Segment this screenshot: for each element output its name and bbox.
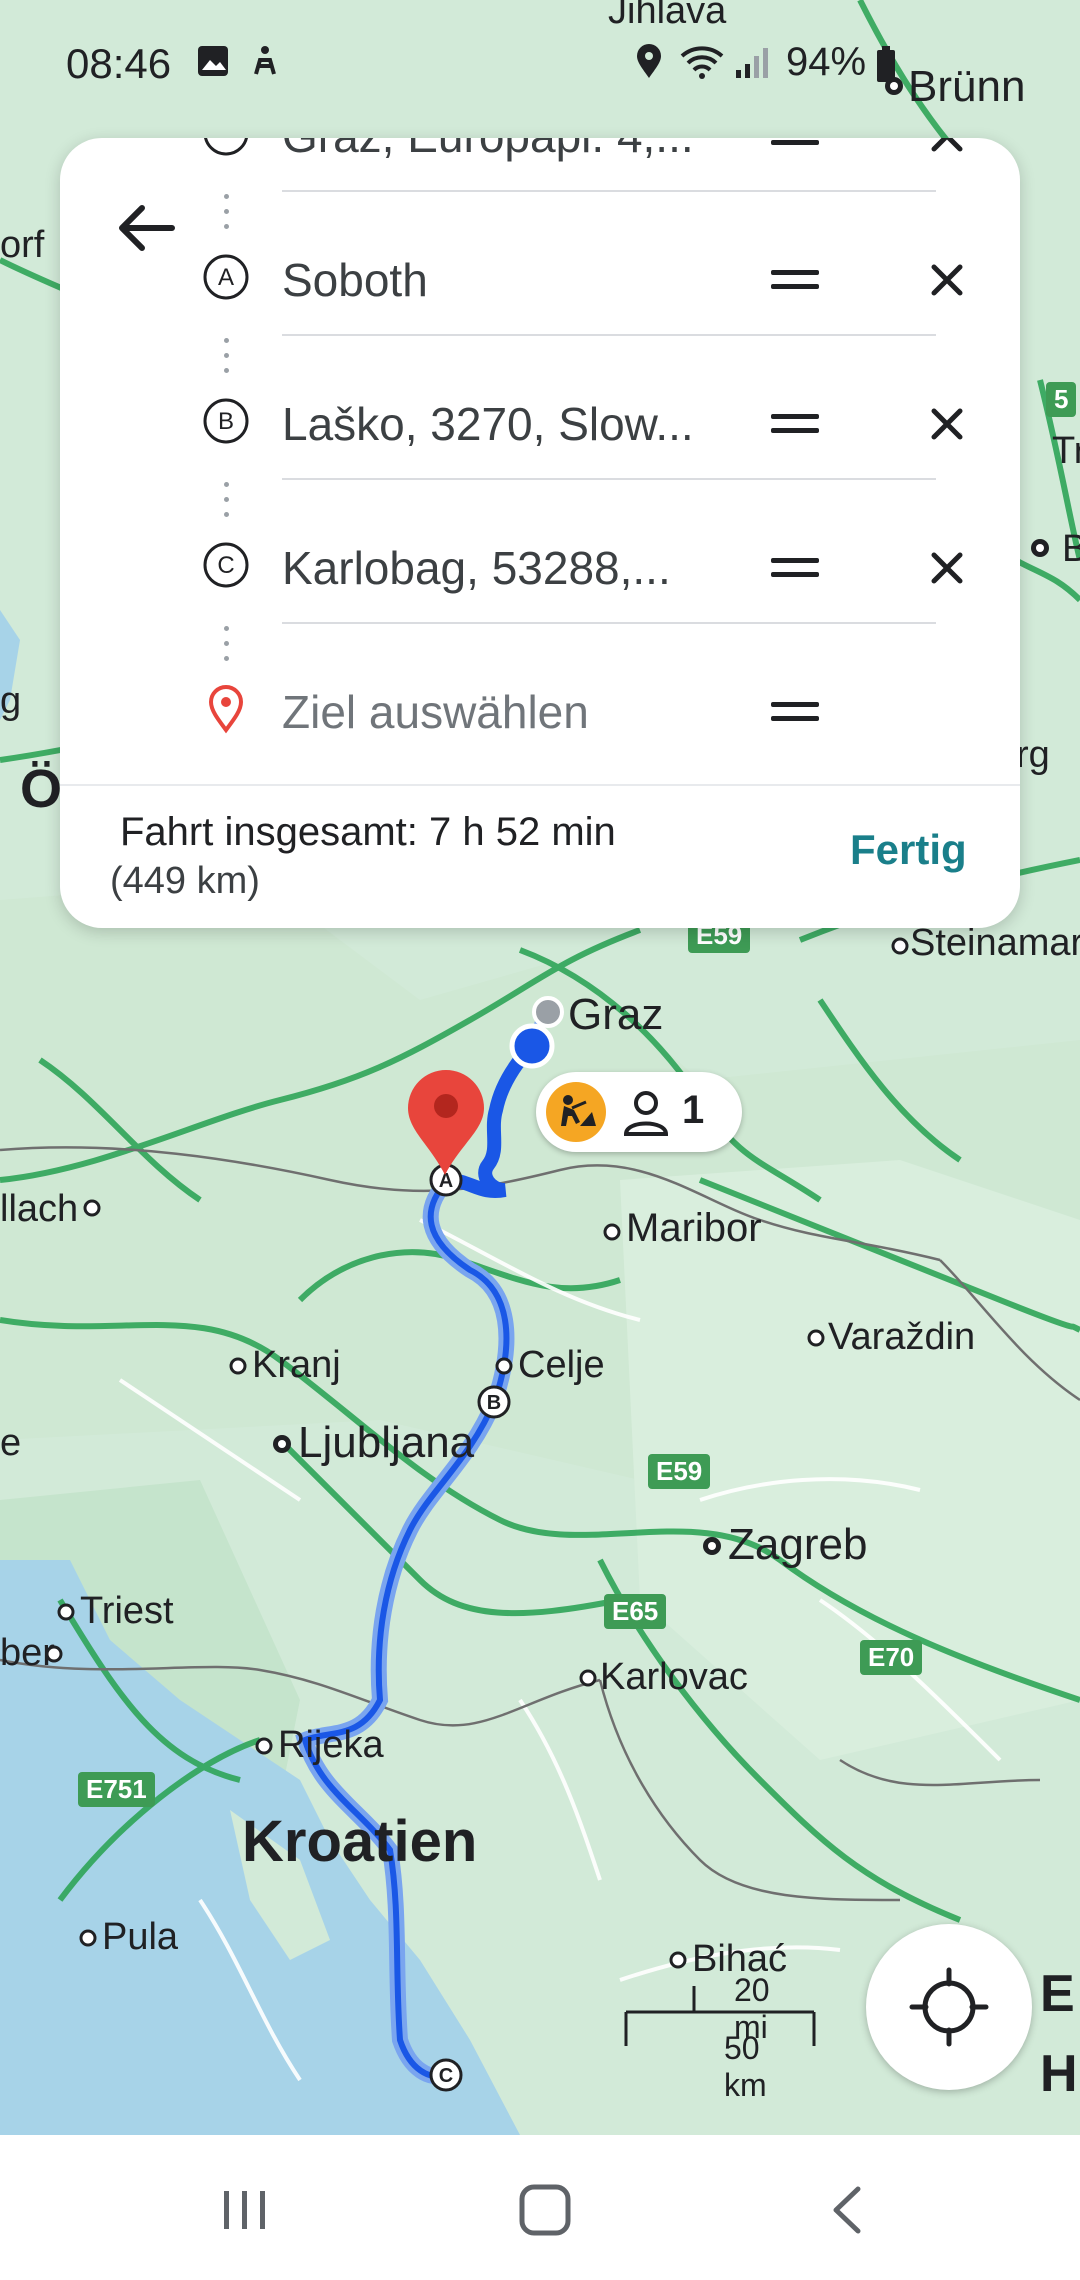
scale-km: 50 km [724,2030,767,2103]
stop-field-origin[interactable]: Graz, Europapl. 4,... [282,138,932,186]
map-label-h-edge: H [1040,2045,1078,2103]
trip-total-distance: (449 km) [110,860,260,902]
map-label-lach: llach [0,1188,79,1230]
map-label-o-edge: Ö [20,759,63,819]
location-status-icon [637,44,661,78]
map-label-rijeka: Rijeka [278,1724,384,1766]
country-label-kroatien: Kroatien [242,1809,478,1874]
stop-row-destination[interactable]: Ziel auswählen [60,662,1020,762]
map-label-ljubljana: Ljubljana [298,1418,475,1467]
road-shield-e751: E751 [78,1772,155,1807]
stop-underline [282,622,936,624]
map-label-karlovac: Karlovac [600,1656,748,1698]
map-label-steinamanger: Steinamar [910,922,1080,964]
svg-text:C: C [217,552,234,579]
map-label-e: e [0,1422,22,1464]
stop-field-a[interactable]: Soboth [282,230,932,330]
stop-underline [282,478,936,480]
stop-row-b[interactable]: B Laško, 3270, Slow... [60,374,1020,480]
road-shield-e70: E70 [860,1640,923,1675]
accessibility-icon [254,46,276,75]
close-icon[interactable] [922,138,972,161]
stop-row-origin[interactable]: Graz, Europapl. 4,... [60,138,1020,192]
svg-text:A: A [218,264,234,291]
crosshair-icon [909,1967,989,2047]
stop-row-a[interactable]: A Soboth [60,230,1020,336]
back-nav-icon[interactable] [812,2175,882,2245]
map-label-graz: Graz [568,990,664,1039]
traffic-count: 1 [682,1088,705,1132]
close-icon[interactable] [922,399,972,449]
status-time: 08:46 [66,40,172,87]
road-works-icon [546,1082,606,1142]
signal-icon [736,48,768,78]
drag-handle-icon[interactable] [765,138,825,156]
traffic-info-chip[interactable]: 1 [536,1072,742,1152]
map-label-triest: Triest [80,1590,174,1632]
wifi-icon [680,46,724,79]
map-label-tr: Tr [1052,430,1080,472]
stop-field-c[interactable]: Karlobag, 53288,... [282,518,932,618]
my-location-button[interactable] [866,1924,1032,2090]
svg-text:C: C [439,2065,453,2087]
map-label-kranj: Kranj [252,1344,341,1386]
map-label-varazdin: Varaždin [828,1316,976,1358]
map-label-pula: Pula [102,1916,179,1958]
gallery-icon [198,46,228,76]
svg-text:A: A [439,1170,453,1192]
svg-text:B: B [218,408,234,435]
drag-handle-icon[interactable] [765,404,825,444]
road-shield-edge: 5 [1046,382,1077,417]
origin-marker-icon [204,138,248,156]
stop-b-marker-icon: B [203,398,249,444]
trip-total-duration: Fahrt insgesamt: 7 h 52 min [120,810,616,854]
stop-underline [282,334,936,336]
battery-icon [877,46,895,82]
route-stops-card: Graz, Europapl. 4,... A Soboth B Laško, … [60,138,1020,928]
road-shield-e65: E65 [604,1594,667,1629]
drag-handle-icon[interactable] [765,260,825,300]
stop-c-marker-icon: C [203,542,249,588]
map-label-e-edge: E [1040,1965,1075,2023]
stop-a-marker-icon: A [203,254,249,300]
map-label-g-edge: g [0,680,22,722]
road-shield-e59-mid: E59 [648,1454,711,1489]
destination-pin-icon [208,685,244,734]
card-divider [60,784,1020,786]
system-nav-bar [0,2135,1080,2280]
status-bar: 08:46 94% [0,0,1080,130]
map-label-ber: ber [0,1632,55,1674]
stop-underline [282,190,936,192]
map-label-rg: rg [1016,734,1050,776]
map-label-celje: Celje [518,1344,605,1386]
stop-field-b[interactable]: Laško, 3270, Slow... [282,374,932,474]
done-button[interactable]: Fertig [850,826,967,874]
stop-row-c[interactable]: C Karlobag, 53288,... [60,518,1020,624]
battery-percent: 94% [786,40,867,84]
drag-handle-icon[interactable] [765,692,825,732]
person-icon [622,1090,670,1136]
map-label-maribor: Maribor [626,1206,762,1250]
drag-handle-icon[interactable] [765,548,825,588]
map-label-orf: orf [0,224,45,266]
recent-apps-icon[interactable] [210,2175,280,2245]
home-icon[interactable] [510,2175,580,2245]
close-icon[interactable] [922,255,972,305]
svg-text:B: B [487,1392,501,1414]
destination-input[interactable]: Ziel auswählen [282,662,932,762]
close-icon[interactable] [922,543,972,593]
map-label-zagreb: Zagreb [728,1520,868,1569]
map-label-b-edge: B [1062,528,1080,570]
